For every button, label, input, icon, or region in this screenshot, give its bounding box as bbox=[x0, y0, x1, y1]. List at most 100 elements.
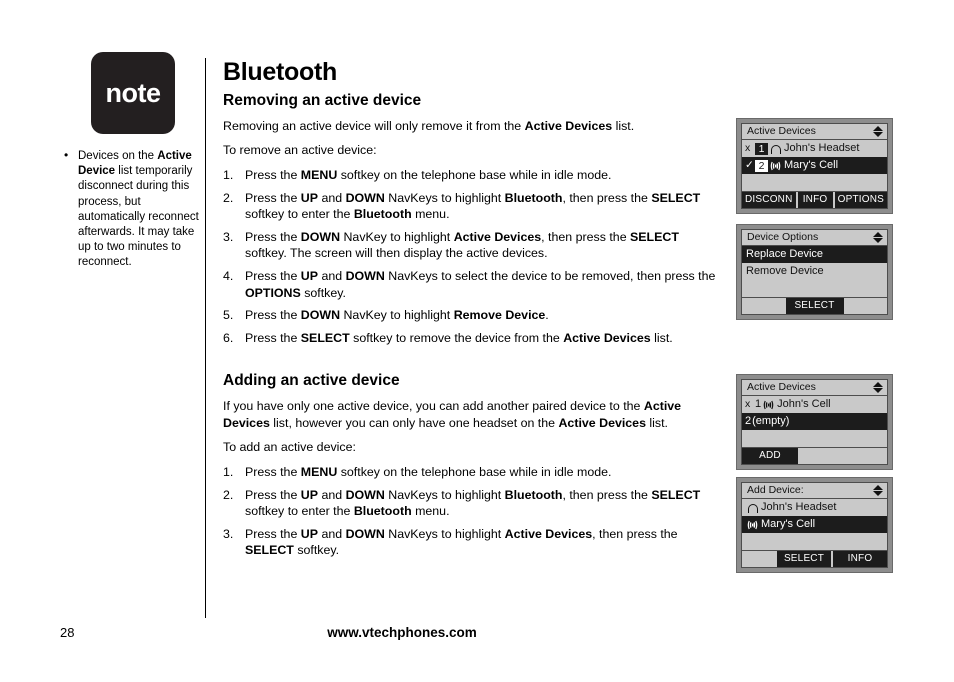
manual-page: note Devices on the Active Device list t… bbox=[0, 0, 954, 682]
emphasis-text: Bluetooth bbox=[353, 207, 412, 222]
emphasis-text: DOWN bbox=[345, 526, 385, 541]
lcd-area: Active Devices x 1 John's Cell 2 (empty) ADD bbox=[741, 379, 888, 465]
body-text: Press the bbox=[245, 526, 301, 541]
body-text: , then press the bbox=[592, 526, 678, 541]
body-text: softkey on the telephone base while in i… bbox=[337, 464, 612, 479]
lcd-row[interactable]: x 1 John's Cell bbox=[742, 396, 887, 413]
lcd-title-text: Active Devices bbox=[747, 125, 816, 138]
lcd-row-empty bbox=[742, 430, 887, 447]
lcd-row[interactable]: x 1 John's Headset bbox=[742, 140, 887, 157]
body-text: softkey. bbox=[300, 285, 346, 300]
lcd-row[interactable]: 2 (empty) bbox=[742, 413, 887, 430]
device-label: Mary's Cell bbox=[761, 518, 816, 530]
main-content: Bluetooth Removing an active device Remov… bbox=[223, 60, 723, 565]
lcd-row[interactable]: ✓ 2 Mary's Cell bbox=[742, 157, 887, 174]
up-down-arrow-icon[interactable] bbox=[872, 484, 884, 497]
step-list: Press the MENU softkey on the telephone … bbox=[223, 167, 723, 346]
lcd-title-bar: Device Options bbox=[742, 230, 887, 246]
body-text: list. bbox=[612, 118, 635, 133]
lcd-row-empty bbox=[742, 533, 887, 550]
body-text: To remove an active device: bbox=[223, 143, 377, 158]
lcd-screen-active-devices-remove: Active Devices x 1 John's Headset ✓ 2 Mary's C… bbox=[736, 118, 893, 214]
softkey-select[interactable]: SELECT bbox=[785, 298, 844, 314]
lcd-row[interactable]: John's Headset bbox=[742, 499, 887, 516]
device-label: Replace Device bbox=[746, 248, 824, 260]
lcd-title-bar: Active Devices bbox=[742, 124, 887, 140]
step-item: Press the DOWN NavKey to highlight Remov… bbox=[223, 307, 723, 324]
section-paragraph: Removing an active device will only remo… bbox=[223, 118, 723, 135]
emphasis-text: DOWN bbox=[300, 308, 341, 323]
body-text: and bbox=[318, 268, 346, 283]
body-text: list temporarily disconnect during this … bbox=[78, 165, 199, 269]
device-label: John's Headset bbox=[784, 142, 860, 154]
sections-container: Removing an active device Removing an act… bbox=[223, 92, 723, 559]
emphasis-text: SELECT bbox=[630, 229, 679, 244]
softkey-spacer bbox=[843, 298, 887, 314]
note-list: Devices on the Active Device list tempor… bbox=[60, 148, 200, 271]
emphasis-text: Active Devices bbox=[558, 415, 646, 430]
up-down-arrow-icon[interactable] bbox=[872, 125, 884, 138]
headset-icon bbox=[746, 502, 759, 514]
emphasis-text: Bluetooth bbox=[504, 487, 563, 502]
body-text: NavKeys to highlight bbox=[384, 487, 505, 502]
body-text: softkey to remove the device from the bbox=[349, 330, 564, 345]
emphasis-text: DOWN bbox=[345, 487, 385, 502]
lcd-area: Add Device: John's Headset Mary's Cell SELE… bbox=[741, 482, 888, 568]
emphasis-text: DOWN bbox=[345, 190, 385, 205]
up-down-arrow-icon[interactable] bbox=[872, 381, 884, 394]
body-text: list. bbox=[645, 415, 668, 430]
body-text: softkey on the telephone base while in i… bbox=[337, 168, 612, 182]
softkey-bar: ADD bbox=[742, 447, 887, 464]
body-text: Press the bbox=[245, 229, 301, 244]
body-text: , then press the bbox=[562, 487, 652, 502]
softkey-select[interactable]: SELECT bbox=[777, 551, 831, 567]
body-text: Removing an active device will only remo… bbox=[223, 118, 525, 133]
lcd-row[interactable]: Replace Device bbox=[742, 246, 887, 263]
emphasis-text: SELECT bbox=[651, 487, 701, 502]
softkey-info[interactable]: INFO bbox=[797, 192, 833, 208]
emphasis-text: UP bbox=[300, 268, 319, 283]
slot-number: 1 bbox=[755, 398, 762, 410]
body-text: softkey to enter the bbox=[245, 207, 354, 222]
step-item: Press the UP and DOWN NavKeys to highlig… bbox=[223, 190, 723, 223]
emphasis-text: SELECT bbox=[651, 190, 701, 205]
lcd-row[interactable]: Remove Device bbox=[742, 263, 887, 280]
lcd-title-bar: Add Device: bbox=[742, 483, 887, 499]
emphasis-text: Active Devices bbox=[453, 229, 542, 244]
footer-url: www.vtechphones.com bbox=[327, 625, 477, 640]
body-text: softkey. bbox=[293, 543, 340, 558]
section-paragraph: To add an active device: bbox=[223, 439, 723, 456]
body-text: and bbox=[318, 190, 346, 205]
section-heading: Removing an active device bbox=[223, 92, 422, 109]
page-title: Bluetooth bbox=[223, 58, 337, 86]
softkey-bar: SELECT bbox=[742, 297, 887, 314]
up-down-arrow-icon[interactable] bbox=[872, 231, 884, 244]
emphasis-text: SELECT bbox=[300, 330, 350, 345]
body-text: To add an active device: bbox=[223, 440, 356, 455]
note-badge-label: note bbox=[105, 77, 162, 108]
emphasis-text: SELECT bbox=[245, 543, 294, 558]
lcd-title-text: Device Options bbox=[747, 231, 819, 244]
body-text: , then press the bbox=[541, 229, 631, 244]
softkey-add[interactable]: ADD bbox=[742, 448, 798, 464]
emphasis-text: Active Devices bbox=[504, 526, 593, 541]
step-item: Press the DOWN NavKey to highlight Activ… bbox=[223, 229, 723, 262]
body-text: NavKeys to select the device to be remov… bbox=[384, 268, 716, 283]
softkey-disconn[interactable]: DISCONN bbox=[742, 192, 796, 208]
softkey-info[interactable]: INFO bbox=[833, 551, 887, 567]
emphasis-text: Bluetooth bbox=[504, 190, 563, 205]
body-text: , then press the bbox=[562, 190, 652, 205]
softkey-bar: DISCONN INFO OPTIONS bbox=[742, 191, 887, 208]
body-text: . bbox=[545, 308, 549, 323]
section-paragraph: If you have only one active device, you … bbox=[223, 398, 723, 431]
softkey-options[interactable]: OPTIONS bbox=[834, 192, 887, 208]
step-item: Press the SELECT softkey to remove the d… bbox=[223, 330, 723, 347]
emphasis-text: DOWN bbox=[345, 268, 385, 283]
emphasis-text: UP bbox=[300, 190, 319, 205]
device-label: Mary's Cell bbox=[784, 159, 839, 171]
body-text: NavKey to highlight bbox=[340, 229, 454, 244]
emphasis-text: Active Devices bbox=[524, 118, 613, 133]
lcd-row[interactable]: Mary's Cell bbox=[742, 516, 887, 533]
lcd-row-empty bbox=[742, 280, 887, 297]
slot-number: 1 bbox=[755, 142, 768, 155]
